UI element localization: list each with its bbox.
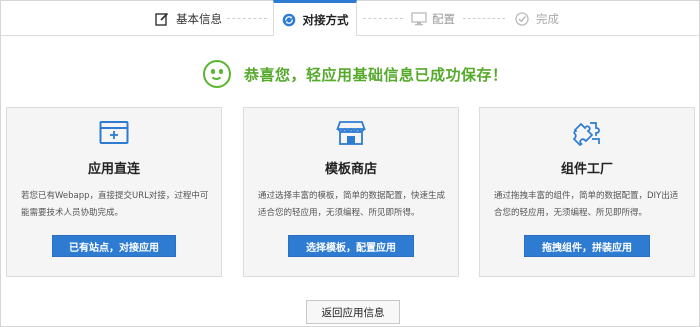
browser-window-icon [99, 120, 129, 146]
card-title: 应用直连 [87, 162, 140, 177]
card-direct-connect: 应用直连 若您已有Webapp，直接提交URL对接，过程中可能需要技术人员协助完… [6, 107, 222, 277]
step-separator [363, 18, 403, 19]
step-complete: 完成 [515, 1, 559, 36]
store-icon [336, 120, 366, 146]
check-circle-icon [515, 11, 529, 26]
success-text: 恭喜您，轻应用基础信息已成功保存！ [244, 65, 508, 84]
puzzle-icon [572, 120, 602, 147]
step-basic-info: 基本信息 [155, 1, 222, 36]
monitor-icon [411, 11, 427, 26]
step-integration-method: 对接方式 [273, 0, 357, 36]
success-message: 恭喜您，轻应用基础信息已成功保存！ [203, 59, 508, 89]
step-label: 配置 [432, 11, 455, 26]
step-label: 基本信息 [176, 11, 222, 26]
choose-template-button[interactable]: 选择模板，配置应用 [288, 235, 414, 257]
card-description: 通过选择丰富的模板，简单的数据配置，快速生成适合您的轻应用，无须编程、所见即所得… [258, 191, 446, 218]
step-label: 对接方式 [302, 12, 349, 27]
connect-app-button[interactable]: 已有站点，对接应用 [52, 235, 176, 257]
page-frame: 基本信息 对接方式 配置 完成 恭喜您，轻应用基础信息已成功保存！ 应用直连 若… [0, 0, 700, 327]
card-description: 通过拖拽丰富的组件，简单的数据配置，DIY出适合您的轻应用，无须编程、所见即所得… [494, 191, 679, 218]
step-separator [227, 18, 267, 19]
drag-components-button[interactable]: 拖拽组件，拼装应用 [524, 235, 650, 257]
step-progress-bar: 基本信息 对接方式 配置 完成 [1, 0, 699, 36]
sync-icon [282, 13, 296, 27]
step-label: 完成 [536, 11, 559, 26]
card-title: 模板商店 [324, 162, 377, 177]
card-description: 若您已有Webapp，直接提交URL对接，过程中可能需要技术人员协助完成。 [21, 191, 209, 218]
step-separator [463, 18, 505, 19]
card-template-store: 模板商店 通过选择丰富的模板，简单的数据配置，快速生成适合您的轻应用，无须编程、… [243, 107, 459, 277]
smiley-icon [203, 60, 231, 88]
edit-icon [155, 12, 169, 26]
back-to-app-info-button[interactable]: 返回应用信息 [306, 300, 400, 324]
card-title: 组件工厂 [560, 162, 613, 177]
card-component-factory: 组件工厂 通过拖拽丰富的组件，简单的数据配置，DIY出适合您的轻应用，无须编程、… [479, 107, 695, 277]
step-config: 配置 [411, 1, 455, 36]
